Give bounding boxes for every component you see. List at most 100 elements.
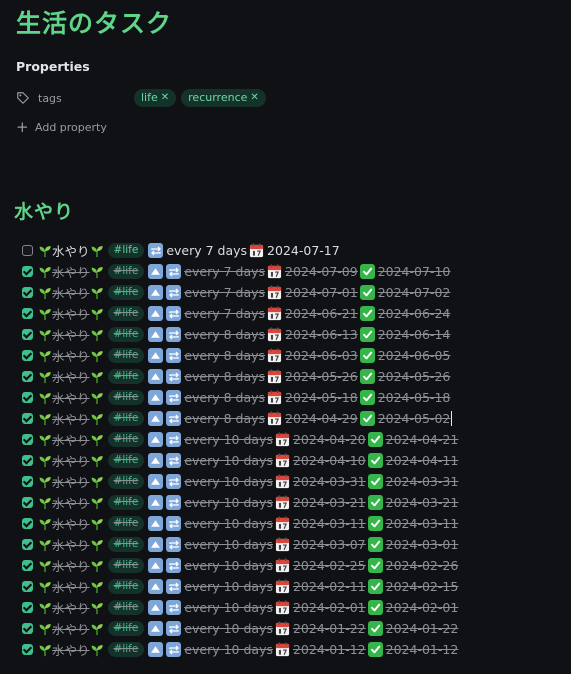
seedling-icon [39, 329, 51, 341]
task-checkbox[interactable] [22, 455, 33, 466]
task-due-date: 2024-05-18 [285, 390, 358, 405]
properties-heading[interactable]: Properties [16, 59, 90, 74]
task-checkbox[interactable] [22, 434, 33, 445]
task-completed-date: 2024-05-02 [377, 411, 451, 426]
task-checkbox[interactable] [22, 644, 33, 655]
task-content[interactable]: 水やり #life every 10 days 2024-03-31 2024-03-3… [38, 472, 458, 491]
task-recurrence: every 7 days [166, 243, 248, 258]
task-content[interactable]: 水やり #life every 7 days 2024-07-17 [38, 241, 340, 260]
section-heading[interactable]: 水やり [14, 197, 74, 224]
task-checkbox[interactable] [22, 266, 33, 277]
task-tag[interactable]: #life [107, 264, 145, 279]
task-tag[interactable]: #life [107, 621, 145, 636]
task-checkbox[interactable] [22, 413, 33, 424]
priority-up-icon [148, 516, 164, 531]
task-tag[interactable]: #life [107, 600, 145, 615]
seedling-icon [91, 266, 103, 278]
task-checkbox[interactable] [22, 371, 33, 382]
page-title[interactable]: 生活のタスク [16, 4, 172, 40]
task-checkbox[interactable] [22, 245, 33, 256]
task-content[interactable]: 水やり #life every 10 days 2024-03-07 2024-03-0… [38, 535, 458, 554]
task-content[interactable]: 水やり #life every 8 days 2024-05-18 2024-05-18 [38, 388, 450, 407]
task-checkbox[interactable] [22, 497, 33, 508]
task-row: 水やり #life every 7 days 2024-07-17 [22, 240, 567, 261]
task-tag[interactable]: #life [107, 474, 145, 489]
task-checkbox[interactable] [22, 392, 33, 403]
task-tag[interactable]: #life [107, 411, 145, 426]
add-property-button[interactable]: + Add property [16, 118, 107, 136]
task-content[interactable]: 水やり #life every 10 days 2024-02-01 2024-02-0… [38, 598, 458, 617]
task-content[interactable]: 水やり #life every 10 days 2024-01-12 2024-01-1… [38, 640, 458, 659]
task-row: 水やり #life every 10 days 2024-03-31 2024-03-3… [22, 471, 567, 492]
task-completed-date: 2024-07-10 [377, 264, 451, 279]
task-checkbox[interactable] [22, 287, 33, 298]
task-recurrence: every 10 days [184, 474, 273, 489]
task-tag[interactable]: #life [107, 516, 145, 531]
priority-up-icon [148, 558, 164, 573]
task-recurrence: every 10 days [184, 495, 273, 510]
task-content[interactable]: 水やり #life every 8 days 2024-05-26 2024-05-26 [38, 367, 450, 386]
task-text: 水やり [52, 538, 90, 553]
task-tag[interactable]: #life [107, 537, 145, 552]
tag-pill-life[interactable]: life ✕ [134, 89, 177, 107]
task-tag[interactable]: #life [107, 432, 145, 447]
repeat-icon [166, 474, 182, 489]
task-tag[interactable]: #life [107, 348, 145, 363]
task-content[interactable]: 水やり #life every 10 days 2024-04-10 2024-04-1… [38, 451, 458, 470]
task-tag[interactable]: #life [107, 453, 145, 468]
task-content[interactable]: 水やり #life every 10 days 2024-04-20 2024-04-2… [38, 430, 458, 449]
task-recurrence: every 7 days [184, 306, 266, 321]
task-checkbox[interactable] [22, 308, 33, 319]
task-tag[interactable]: #life [107, 495, 145, 510]
task-row: 水やり #life every 10 days 2024-02-25 2024-02-2… [22, 555, 567, 576]
task-content[interactable]: 水やり #life every 8 days 2024-04-29 2024-05-02 [38, 409, 453, 428]
task-tag[interactable]: #life [107, 579, 145, 594]
task-content[interactable]: 水やり #life every 10 days 2024-01-22 2024-01-2… [38, 619, 458, 638]
task-tag[interactable]: #life [107, 642, 145, 657]
priority-up-icon [148, 327, 164, 342]
task-content[interactable]: 水やり #life every 8 days 2024-06-03 2024-06-05 [38, 346, 450, 365]
task-checkbox[interactable] [22, 581, 33, 592]
calendar-icon [267, 369, 282, 384]
task-content[interactable]: 水やり #life every 7 days 2024-06-21 2024-06-24 [38, 304, 450, 323]
task-checkbox[interactable] [22, 350, 33, 361]
tag-pill-recurrence[interactable]: recurrence ✕ [181, 89, 266, 107]
task-content[interactable]: 水やり #life every 8 days 2024-06-13 2024-06-14 [38, 325, 450, 344]
property-values-tags[interactable]: life ✕ recurrence ✕ [134, 88, 266, 108]
task-content[interactable]: 水やり #life every 10 days 2024-02-25 2024-02-2… [38, 556, 458, 575]
task-content[interactable]: 水やり #life every 10 days 2024-03-11 2024-03-1… [38, 514, 458, 533]
seedling-icon [39, 455, 51, 467]
task-checkbox[interactable] [22, 518, 33, 529]
task-tag[interactable]: #life [107, 285, 145, 300]
calendar-icon [249, 243, 264, 258]
task-content[interactable]: 水やり #life every 7 days 2024-07-01 2024-07-02 [38, 283, 450, 302]
task-checkbox[interactable] [22, 329, 33, 340]
task-checkbox[interactable] [22, 602, 33, 613]
task-tag[interactable]: #life [107, 327, 145, 342]
task-content[interactable]: 水やり #life every 7 days 2024-07-09 2024-07-10 [38, 262, 450, 281]
task-tag[interactable]: #life [107, 306, 145, 321]
task-content[interactable]: 水やり #life every 10 days 2024-03-21 2024-03-2… [38, 493, 458, 512]
property-key-tags[interactable]: tags [16, 88, 62, 108]
task-tag[interactable]: #life [107, 369, 145, 384]
task-tag[interactable]: #life [107, 390, 145, 405]
task-checkbox[interactable] [22, 623, 33, 634]
task-tag[interactable]: #life [107, 558, 145, 573]
seedling-icon [39, 371, 51, 383]
task-content[interactable]: 水やり #life every 10 days 2024-02-11 2024-02-1… [38, 577, 458, 596]
task-checkbox[interactable] [22, 539, 33, 550]
calendar-icon [275, 621, 290, 636]
calendar-icon [267, 264, 282, 279]
task-recurrence: every 10 days [184, 600, 273, 615]
seedling-icon [91, 518, 103, 530]
task-checkbox[interactable] [22, 560, 33, 571]
close-icon[interactable]: ✕ [250, 91, 258, 105]
task-completed-date: 2024-02-26 [385, 558, 459, 573]
close-icon[interactable]: ✕ [161, 91, 169, 105]
task-tag[interactable]: #life [107, 243, 145, 258]
task-due-date: 2024-02-01 [292, 600, 366, 615]
task-recurrence: every 10 days [184, 516, 273, 531]
task-recurrence: every 7 days [184, 285, 266, 300]
task-checkbox[interactable] [22, 476, 33, 487]
task-recurrence: every 10 days [184, 579, 273, 594]
